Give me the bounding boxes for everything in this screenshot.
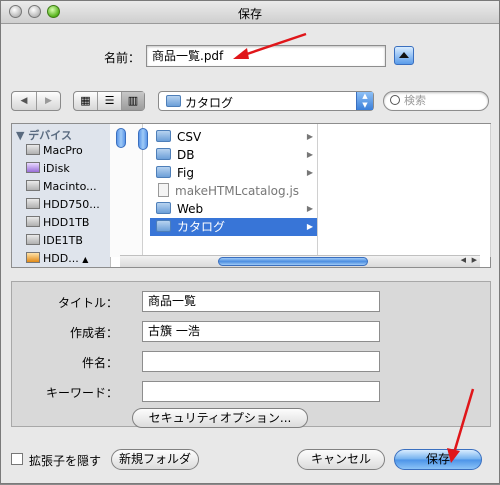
sidebar-item-hdd[interactable]: HDD... ▲	[26, 250, 88, 267]
sidebar-item-macintosh[interactable]: Macinto...	[26, 178, 97, 196]
title-field[interactable]: 商品一覧	[142, 291, 380, 312]
horizontal-scroll-thumb[interactable]	[218, 257, 368, 266]
folder-icon	[156, 166, 171, 178]
chevron-right-icon: ▶	[306, 132, 313, 141]
sidebar: ▼ デバイス MacPro iDisk Macinto... HDD750...…	[12, 124, 111, 267]
sidebar-item-idisk[interactable]: iDisk	[26, 160, 70, 178]
hide-extension-label: 拡張子を隠す	[29, 454, 102, 468]
idisk-icon	[26, 162, 40, 173]
list-item[interactable]: Web ▶	[156, 200, 317, 218]
list-item[interactable]: makeHTMLcatalog.js	[156, 182, 317, 200]
author-field[interactable]: 古籏 一浩	[142, 321, 380, 342]
author-label: 作成者：	[69, 326, 118, 340]
scroll-right-icon[interactable]: ▶	[472, 256, 477, 264]
popup-arrows-icon: ▲ ▼	[356, 92, 373, 110]
sidebar-item-ide1tb[interactable]: IDE1TB	[26, 232, 83, 250]
drive-icon	[26, 180, 40, 191]
magnifier-icon	[390, 95, 400, 105]
title-label: タイトル：	[57, 296, 118, 310]
column-current: CSV ▶ DB ▶ Fig ▶ makeHTMLcatalog.js Web ▶ カタ…	[138, 124, 318, 257]
view-mode-control: ▦ ☰ ▥	[73, 91, 145, 111]
save-button[interactable]: 保存	[394, 449, 482, 470]
list-item[interactable]: Fig ▶	[156, 164, 317, 182]
drive-icon	[26, 198, 40, 209]
eject-icon[interactable]: ▲	[82, 255, 88, 264]
chevron-right-icon: ▶	[306, 222, 313, 231]
sidebar-item-hdd750[interactable]: HDD750...	[26, 196, 100, 214]
computer-icon	[26, 144, 40, 155]
drive-icon	[26, 252, 40, 263]
sidebar-item-macpro[interactable]: MacPro	[26, 142, 83, 160]
column-current-scroll-thumb[interactable]	[138, 128, 148, 150]
chevron-right-icon: ▶	[306, 204, 313, 213]
new-folder-button[interactable]: 新規フォルダ	[111, 449, 199, 470]
folder-icon	[156, 130, 171, 142]
title-bar: 保存	[1, 1, 499, 24]
icon-view-icon[interactable]: ▦	[74, 92, 98, 110]
column-empty	[317, 124, 491, 257]
save-as-label: 名前：	[104, 51, 141, 65]
column-1	[110, 124, 133, 257]
expand-toggle-button[interactable]	[394, 46, 414, 65]
column-1-scroll-thumb[interactable]	[116, 128, 126, 148]
pdf-options-panel: タイトル： 商品一覧 作成者： 古籏 一浩 件名： キーワード： セキュリティオ…	[11, 281, 491, 428]
folder-icon	[156, 202, 171, 214]
location-label: カタログ	[185, 96, 234, 110]
list-item[interactable]: DB ▶	[156, 146, 317, 164]
folder-icon	[156, 220, 171, 232]
list-view-icon[interactable]: ☰	[98, 92, 122, 110]
security-options-button[interactable]: セキュリティオプション...	[132, 408, 308, 428]
window-title: 保存	[237, 7, 262, 21]
keywords-label: キーワード：	[45, 386, 118, 400]
hide-extension-checkbox[interactable]	[11, 453, 23, 465]
subject-label: 件名：	[81, 356, 118, 370]
save-as-field[interactable]: 商品一覧.pdf	[146, 45, 386, 67]
back-forward-control: ◀ ▶	[11, 91, 61, 111]
drive-icon	[26, 234, 40, 245]
keywords-field[interactable]	[142, 381, 380, 402]
column-view-icon[interactable]: ▥	[122, 92, 144, 110]
subject-field[interactable]	[142, 351, 380, 372]
cancel-button[interactable]: キャンセル	[297, 449, 385, 470]
chevron-right-icon: ▶	[306, 168, 313, 177]
list-item[interactable]: CSV ▶	[156, 128, 317, 146]
list-item-selected[interactable]: カタログ ▶	[150, 218, 317, 236]
search-placeholder: 検索	[404, 94, 426, 107]
chevron-right-icon: ▶	[306, 150, 313, 159]
sidebar-header-devices[interactable]: ▼ デバイス	[16, 127, 72, 143]
scroll-left-icon[interactable]: ◀	[461, 256, 466, 264]
search-field[interactable]: 検索	[383, 91, 489, 111]
drive-icon	[26, 216, 40, 227]
forward-icon[interactable]: ▶	[37, 92, 60, 110]
sidebar-item-hdd1tb[interactable]: HDD1TB	[26, 214, 89, 232]
file-browser: ▼ デバイス MacPro iDisk Macinto... HDD750...…	[11, 123, 491, 268]
folder-icon	[156, 148, 171, 160]
back-icon[interactable]: ◀	[12, 92, 37, 110]
horizontal-scrollbar[interactable]: ◀ ▶	[120, 255, 480, 267]
document-icon	[158, 183, 169, 197]
folder-icon	[166, 95, 181, 107]
triangle-up-icon	[399, 52, 409, 58]
location-popup[interactable]: カタログ ▲ ▼	[158, 91, 374, 111]
save-dialog: 保存 名前： 商品一覧.pdf ◀ ▶ ▦ ☰ ▥ カタログ ▲ ▼ 検索 ▼ デ…	[0, 0, 500, 484]
